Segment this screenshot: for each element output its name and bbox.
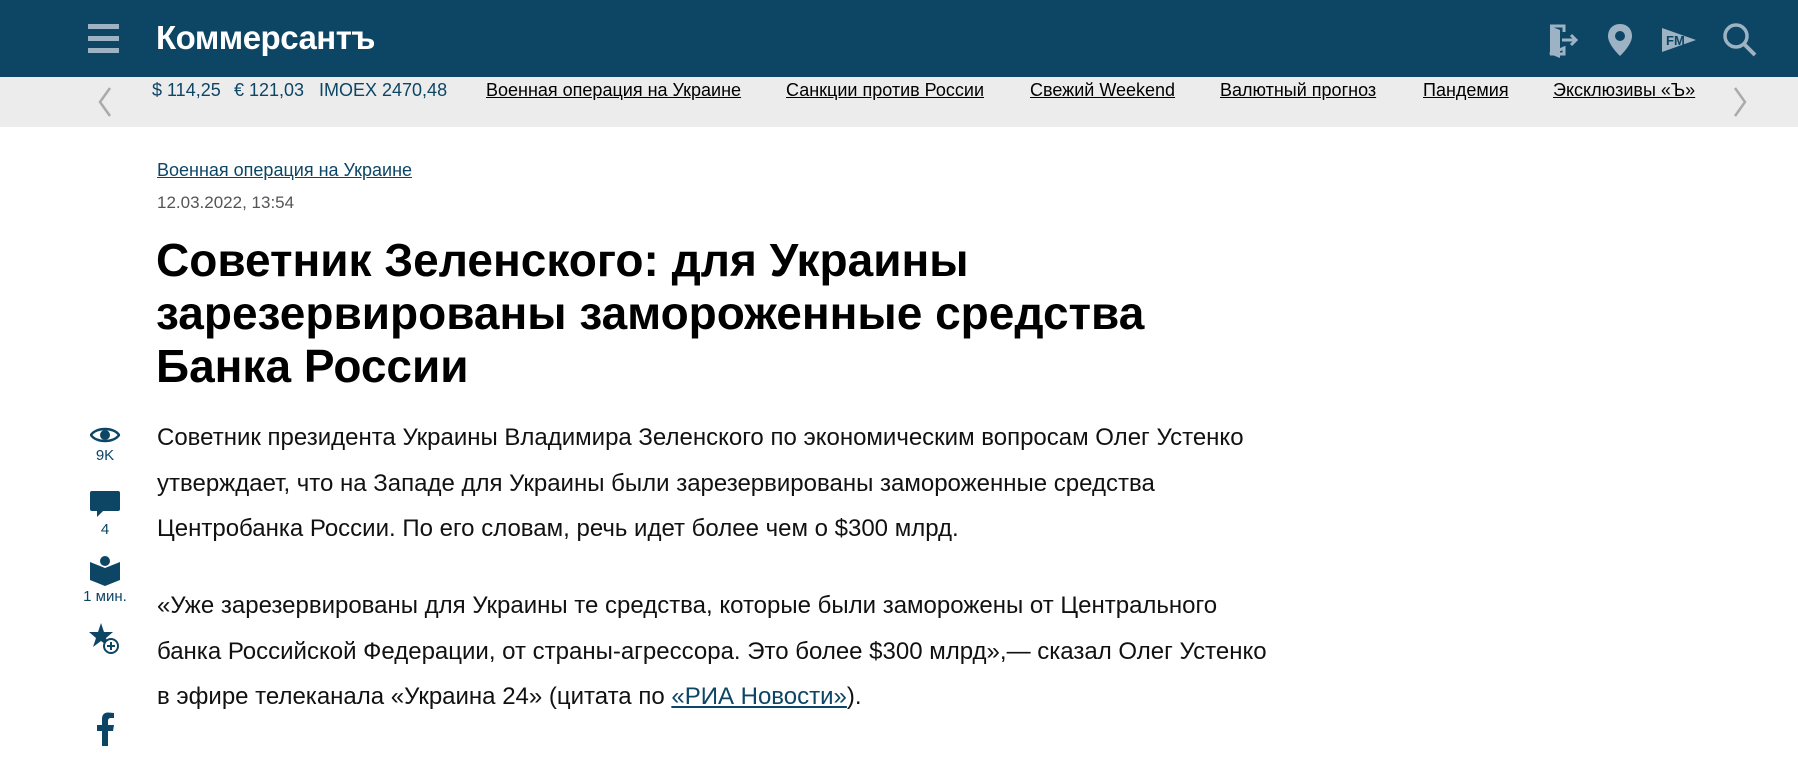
- top-header: Коммерсантъ FM: [0, 0, 1798, 77]
- chevron-right-icon[interactable]: [1725, 82, 1755, 122]
- imoex-index[interactable]: IMOEX 2470,48: [319, 80, 447, 101]
- eye-icon: [90, 427, 120, 443]
- nav-link-exclusives[interactable]: Эксклюзивы «Ъ»: [1553, 80, 1695, 101]
- article-rubric-link[interactable]: Военная операция на Украине: [157, 160, 412, 181]
- facebook-icon[interactable]: [95, 712, 115, 746]
- chevron-left-icon[interactable]: [90, 82, 120, 122]
- usd-rate[interactable]: $ 114,25: [152, 80, 221, 101]
- favorite-add-button[interactable]: [70, 622, 140, 656]
- views-count: 9K: [95, 447, 115, 464]
- site-logo[interactable]: Коммерсантъ: [156, 19, 375, 57]
- article-date: 12.03.2022, 13:54: [157, 193, 295, 212]
- search-icon[interactable]: [1720, 20, 1760, 60]
- eur-rate[interactable]: € 121,03: [234, 80, 304, 101]
- svg-text:FM: FM: [1666, 33, 1685, 48]
- article-paragraph-2: «Уже зарезервированы для Украины те сред…: [157, 583, 1267, 720]
- radio-fm-icon[interactable]: FM: [1660, 20, 1704, 60]
- nav-link-sanctions[interactable]: Санкции против России: [786, 80, 984, 101]
- nav-link-military-operation[interactable]: Военная операция на Украине: [486, 80, 741, 101]
- read-time-value: 1 мин.: [83, 588, 127, 605]
- article-paragraph-1: Советник президента Украины Владимира Зе…: [157, 424, 1244, 542]
- ria-novosti-link[interactable]: «РИА Новости»: [671, 683, 847, 710]
- menu-icon[interactable]: [88, 24, 119, 54]
- paragraph-2-end: ).: [846, 683, 862, 710]
- location-icon[interactable]: [1600, 20, 1640, 60]
- nav-link-weekend[interactable]: Свежий Weekend: [1030, 80, 1175, 101]
- views-counter: 9K: [70, 425, 140, 464]
- nav-link-currency-forecast[interactable]: Валютный прогноз: [1220, 80, 1376, 101]
- comment-icon[interactable]: [89, 489, 121, 519]
- book-icon: [90, 556, 120, 586]
- star-add-icon[interactable]: [89, 622, 121, 656]
- facebook-share-button[interactable]: [70, 712, 140, 746]
- login-icon[interactable]: [1542, 20, 1582, 60]
- comments-counter[interactable]: 4: [70, 489, 140, 538]
- comments-count: 4: [100, 521, 110, 538]
- read-time: 1 мин.: [70, 556, 140, 605]
- nav-link-pandemic[interactable]: Пандемия: [1423, 80, 1509, 101]
- article-title: Советник Зеленского: для Украины зарезер…: [156, 234, 1145, 392]
